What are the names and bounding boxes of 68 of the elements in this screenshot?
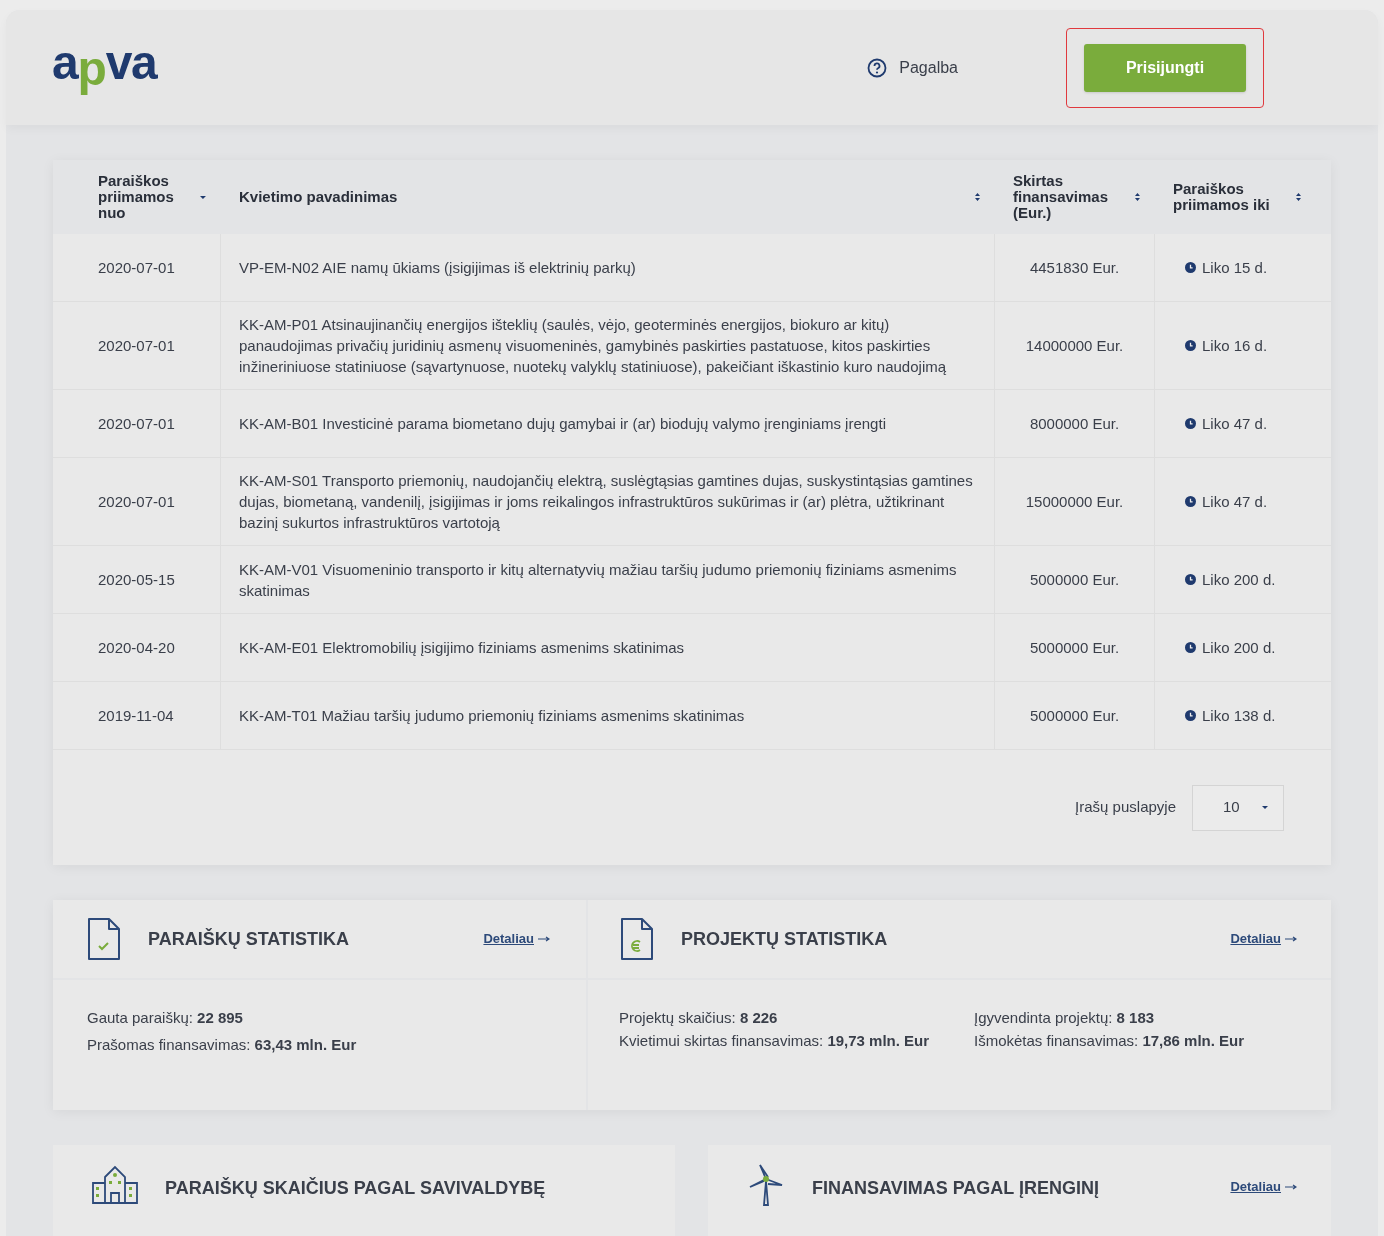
remaining-days: Liko 200 d. — [1202, 637, 1276, 658]
page-size-select[interactable]: 10 — [1192, 784, 1284, 831]
arrow-right-icon — [538, 936, 550, 942]
euro-document-icon — [619, 917, 655, 961]
sort-down-icon — [199, 194, 207, 200]
table-cell: 2020-07-01 — [53, 458, 221, 545]
column-header[interactable]: Skirtas finansavimas (Eur.) — [995, 160, 1155, 234]
remaining-days: Liko 16 d. — [1202, 335, 1268, 356]
details-link[interactable]: Detaliau — [483, 929, 550, 949]
clock-icon — [1185, 262, 1196, 273]
section-title: PARAIŠKŲ SKAIČIUS PAGAL SAVIVALDYBĘ — [165, 1176, 547, 1200]
table-cell: 2020-07-01 — [53, 390, 221, 457]
section-title: PARAIŠKŲ STATISTIKA — [148, 927, 350, 951]
column-header[interactable]: Paraiškos priimamos iki — [1155, 160, 1331, 234]
remaining-days: Liko 200 d. — [1202, 569, 1276, 590]
remaining-days: Liko 15 d. — [1202, 257, 1268, 278]
table-cell: 2020-07-01 — [53, 234, 221, 301]
clock-icon — [1185, 710, 1196, 721]
stat-line: Gauta paraiškų: 22 895 — [87, 1010, 244, 1025]
remaining-days: Liko 47 d. — [1202, 413, 1268, 434]
clock-icon — [1185, 418, 1196, 429]
check-document-icon — [86, 917, 122, 961]
table-cell: VP-EM-N02 AIE namų ūkiams (įsigijimas iš elektrinių parkų) — [221, 234, 995, 301]
stat-line: Įgyvendinta projektų: 8 183 — [974, 1010, 1156, 1025]
clock-icon — [1185, 340, 1196, 351]
table-cell: 5000000 Eur. — [995, 614, 1155, 681]
clock-icon — [1185, 496, 1196, 507]
table-cell: 4451830 Eur. — [995, 234, 1155, 301]
details-link[interactable]: Detaliau — [1230, 929, 1297, 949]
table-cell: 15000000 Eur. — [995, 458, 1155, 545]
page-size-label: Įrašų puslapyje — [1075, 797, 1176, 818]
logo[interactable]: apva — [52, 32, 157, 103]
column-header[interactable]: Kvietimo pavadinimas — [221, 160, 995, 234]
stat-line: Išmokėtas finansavimas: 17,86 mln. Eur — [974, 1033, 1246, 1048]
arrow-right-icon — [1285, 1183, 1297, 1190]
sort-icon — [1295, 192, 1302, 202]
table-cell: KK-AM-E01 Elektromobilių įsigijimo fiziniams asmenims skatinimas — [221, 614, 995, 681]
arrow-right-icon — [1285, 936, 1297, 942]
remaining-days: Liko 47 d. — [1202, 491, 1268, 512]
table-cell: 2019-11-04 — [53, 682, 221, 749]
help-icon — [867, 57, 888, 78]
stat-line: Kvietimui skirtas finansavimas: 19,73 mln. Eur — [619, 1033, 931, 1048]
sort-icon — [1134, 192, 1141, 202]
section-title: FINANSAVIMAS PAGAL ĮRENGINĮ — [812, 1177, 1100, 1200]
table-cell: 2020-07-01 — [53, 302, 221, 389]
table-cell: 2020-04-20 — [53, 614, 221, 681]
table-cell: KK-AM-S01 Transporto priemonių, naudojančių elektrą, suslėgtąsias gamtines dujas, suskystintąsias gamtines dujas, biometaną, vandenilį, įsigijimas ir joms reikalingos infrastruktūros sukūrimas ir (ar) plėtra, užtikrinant bazinį sukurtos infrastruktūros vartotoją — [221, 458, 995, 545]
table-cell: 14000000 Eur. — [995, 302, 1155, 389]
caret-icon — [1261, 805, 1269, 810]
stat-line: Projektų skaičius: 8 226 — [619, 1010, 779, 1025]
table-cell: KK-AM-B01 Investicinė parama biometano dujų gamybai ir (ar) biodujų valymo įrenginiams įrengti — [221, 390, 995, 457]
table-cell: KK-AM-V01 Visuomeninio transporto ir kitų alternatyvių mažiau taršių judumo priemonių fiziniams asmenims skatinimas — [221, 546, 995, 613]
section-title: PROJEKTŲ STATISTIKA — [681, 927, 889, 951]
buildings-icon — [91, 1163, 139, 1205]
table-cell: KK-AM-P01 Atsinaujinančių energijos išteklių (saulės, vėjo, geoterminės energijos, biokuro ar kitų) panaudojimas privačių juridinių asmenų visuomeninės, gamybinės paskirties pastatuose, kitos paskirties inžineriniuose statiniuose (sąvartynuose, nuotekų valyklų statiniuose), pakeičiant iškastinio kuro naudojimą — [221, 302, 995, 389]
table-cell: 8000000 Eur. — [995, 390, 1155, 457]
table-cell: 5000000 Eur. — [995, 546, 1155, 613]
table-cell: 2020-05-15 — [53, 546, 221, 613]
table-cell: 5000000 Eur. — [995, 682, 1155, 749]
help-link[interactable]: Pagalba — [867, 55, 958, 80]
table-cell: KK-AM-T01 Mažiau taršių judumo priemonių fiziniams asmenims skatinimas — [221, 682, 995, 749]
stat-line: Prašomas finansavimas: 63,43 mln. Eur — [87, 1037, 358, 1052]
clock-icon — [1185, 642, 1196, 653]
details-link[interactable]: Detaliau — [1230, 1177, 1297, 1197]
column-header[interactable]: Paraiškos priimamos nuo — [53, 160, 221, 234]
clock-icon — [1185, 574, 1196, 585]
sort-icon — [974, 192, 981, 202]
remaining-days: Liko 138 d. — [1202, 705, 1276, 726]
